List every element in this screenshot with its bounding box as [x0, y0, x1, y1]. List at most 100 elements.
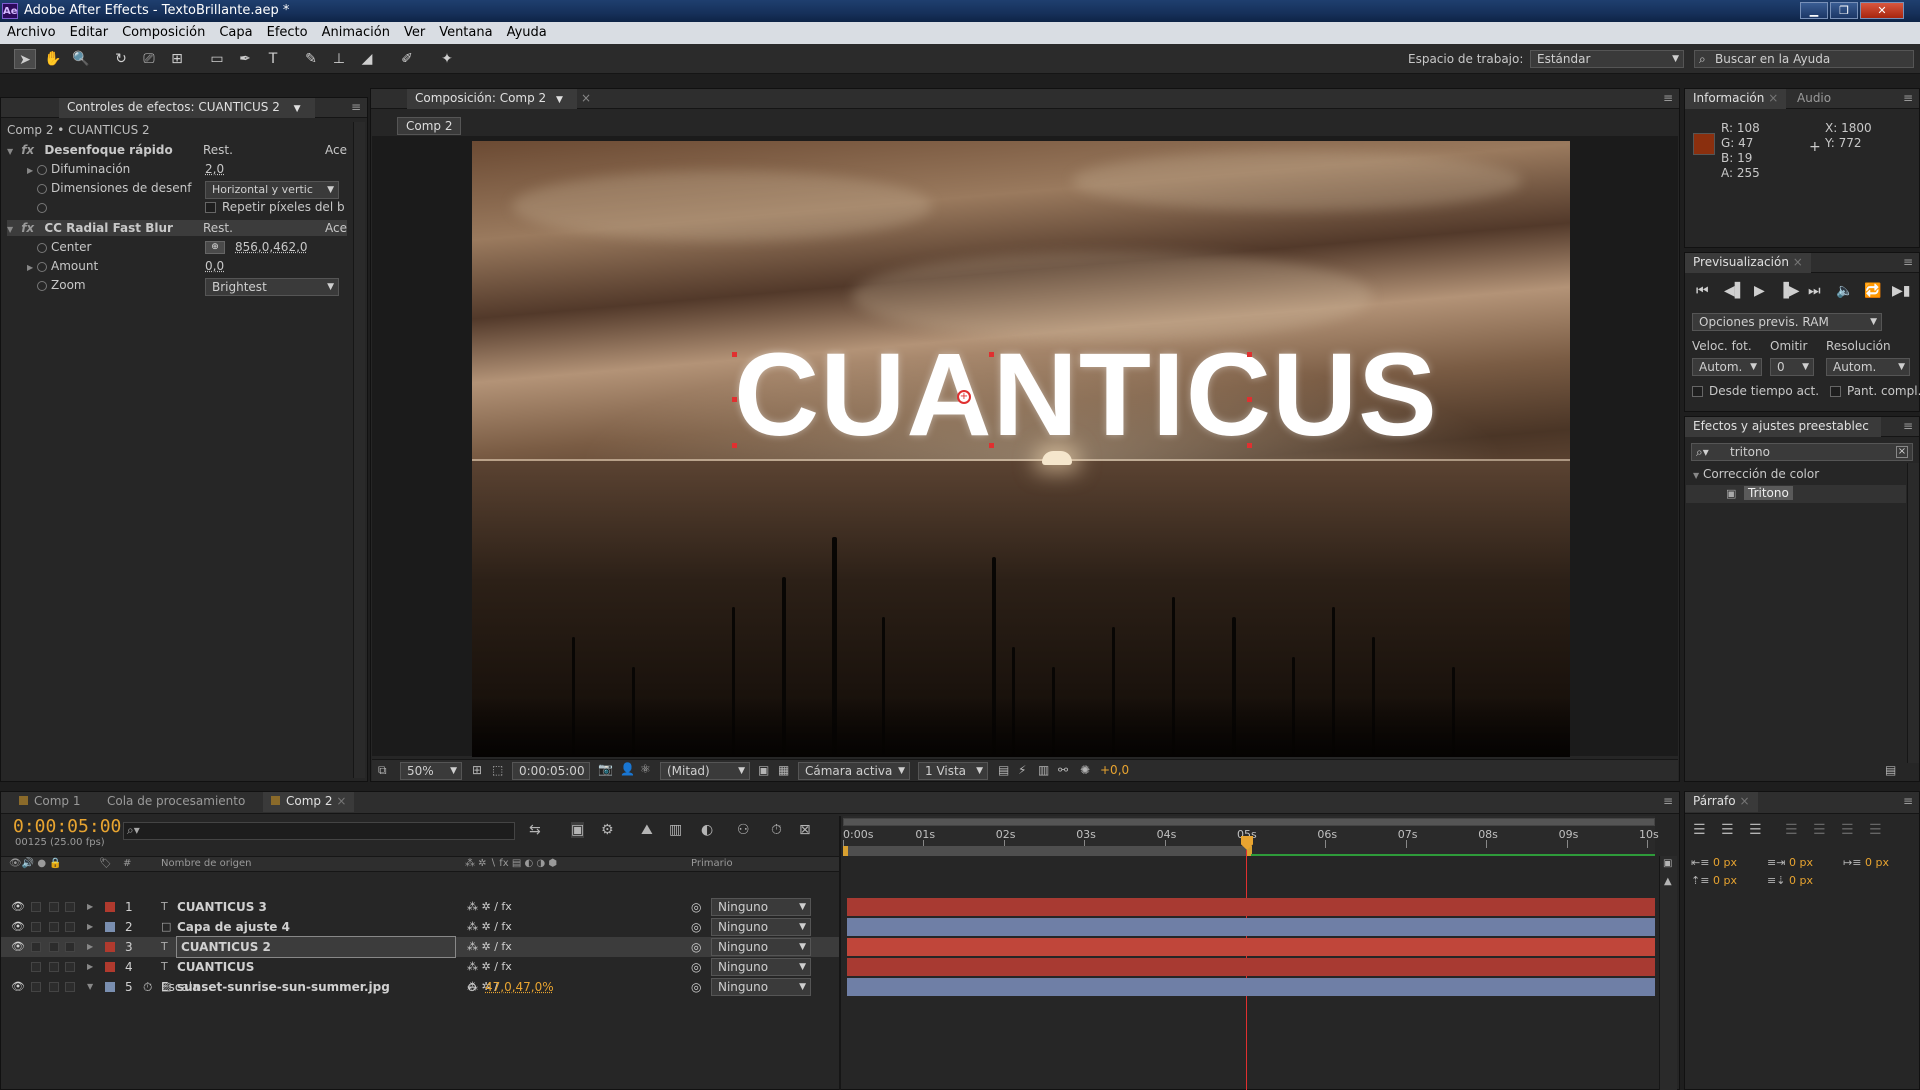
panel-menu-icon[interactable]: ≡: [1903, 419, 1913, 433]
rotate-tool-icon[interactable]: ↻: [110, 49, 132, 69]
help-search-input[interactable]: ⌕ Buscar en la Ayuda: [1694, 50, 1914, 68]
twisty-collapsed-icon[interactable]: ▶: [87, 937, 93, 957]
presets-category[interactable]: ▼ Corrección de color: [1693, 467, 1819, 481]
fast-previews-icon[interactable]: ⚡: [1018, 763, 1026, 777]
checkbox-icon[interactable]: [1692, 386, 1703, 397]
panel-menu-icon[interactable]: ≡: [1663, 91, 1673, 105]
chevron-down-icon[interactable]: ▼: [294, 104, 301, 114]
visibility-eye-icon[interactable]: 👁: [11, 937, 25, 957]
lock-toggle[interactable]: [65, 942, 75, 952]
brush-tool-icon[interactable]: ✎: [300, 49, 322, 69]
twisty-collapsed-icon[interactable]: ▶: [87, 897, 93, 917]
camera-tool-icon[interactable]: ⎚: [138, 49, 160, 69]
menu-capa[interactable]: Capa: [212, 22, 259, 43]
pickwhip-icon[interactable]: ◎: [691, 937, 701, 957]
composition-image[interactable]: CUANTICUS +: [472, 141, 1570, 757]
ram-preview-icon[interactable]: ▶▮: [1892, 283, 1910, 299]
layer-duration-bar[interactable]: [847, 898, 1655, 916]
zoom-tool-icon[interactable]: 🔍: [70, 49, 92, 69]
layer-name[interactable]: CUANTICUS 2: [176, 936, 456, 958]
new-folder-icon[interactable]: ▤: [1885, 763, 1896, 777]
stopwatch-icon[interactable]: [37, 164, 47, 175]
twisty-expanded-icon[interactable]: ▼: [1693, 471, 1703, 480]
motion-blur-icon[interactable]: ◐: [701, 822, 713, 838]
parent-dropdown[interactable]: Ninguno ▼: [711, 938, 811, 956]
transform-handle[interactable]: [732, 443, 737, 448]
auto-keyframe-icon[interactable]: ⏱: [771, 822, 782, 838]
comp-mini-flowchart-icon[interactable]: ⇆: [529, 822, 541, 838]
transform-handle[interactable]: [1247, 443, 1252, 448]
selection-tool-icon[interactable]: ➤: [14, 49, 36, 69]
effect-reset-link[interactable]: Rest.: [203, 142, 233, 158]
preset-row[interactable]: ▣ Tritono: [1686, 485, 1906, 503]
audio-toggle[interactable]: [31, 902, 41, 912]
solo-toggle[interactable]: [49, 942, 59, 952]
audio-toggle[interactable]: [31, 922, 41, 932]
exposure-icon[interactable]: ✺: [1080, 763, 1090, 777]
space-before-value[interactable]: 0 px: [1713, 874, 1737, 887]
snapshot-icon[interactable]: 📷: [598, 762, 613, 776]
twisty-collapsed-icon[interactable]: ▶: [27, 163, 37, 179]
grid-icon[interactable]: ⊞: [472, 763, 482, 777]
layer-switches-icon[interactable]: ⁂ ✲ ∕ fx: [467, 917, 512, 937]
twisty-collapsed-icon[interactable]: ▶: [87, 957, 93, 977]
zoom-dropdown[interactable]: Brightest ▼: [205, 278, 339, 296]
layer-label-color[interactable]: [105, 942, 115, 952]
solo-toggle[interactable]: [49, 962, 59, 972]
menu-editar[interactable]: Editar: [63, 22, 116, 43]
ram-preview-options-dropdown[interactable]: Opciones previs. RAM ▼: [1692, 313, 1882, 331]
brainstorm-icon[interactable]: ⚇: [737, 822, 750, 838]
presets-scrollbar[interactable]: [1907, 463, 1919, 763]
repeat-edge-checkbox[interactable]: Repetir píxeles del b: [205, 199, 345, 215]
center-value[interactable]: 856,0,462,0: [235, 239, 308, 255]
clone-tool-icon[interactable]: ⊥: [328, 49, 350, 69]
layer-duration-bar[interactable]: [847, 918, 1655, 936]
frame-blending-icon[interactable]: ▥: [669, 822, 682, 838]
timeline-divider[interactable]: [839, 816, 841, 1090]
close-tab-icon[interactable]: ×: [581, 91, 591, 105]
twisty-collapsed-icon[interactable]: ▶: [87, 917, 93, 937]
close-tab-icon[interactable]: ×: [1739, 794, 1749, 808]
checkbox-icon[interactable]: [205, 202, 216, 213]
transform-handle[interactable]: [1247, 352, 1252, 357]
layer-row[interactable]: 👁 ▶ 1 T CUANTICUS 3 ⁂ ✲ ∕ fx ◎ Ninguno ▼: [1, 897, 839, 917]
col-source-label[interactable]: Nombre de origen: [161, 858, 251, 869]
stopwatch-icon[interactable]: [37, 242, 47, 253]
transform-handle[interactable]: [1247, 397, 1252, 402]
panel-menu-icon[interactable]: ≡: [1903, 91, 1913, 105]
presets-search-input[interactable]: ⌕▾ tritono ×: [1691, 443, 1913, 461]
hand-tool-icon[interactable]: ✋: [42, 49, 64, 69]
work-area-start-handle[interactable]: [843, 846, 848, 856]
constrain-proportions-icon[interactable]: ⊖: [467, 977, 477, 997]
transparency-grid-icon[interactable]: ▦: [778, 763, 789, 777]
puppet-tool-icon[interactable]: ✦: [436, 49, 458, 69]
live-update-icon[interactable]: ▣: [571, 822, 585, 838]
parent-dropdown[interactable]: Ninguno ▼: [711, 898, 811, 916]
tab-composition[interactable]: Composición: Comp 2 ▼: [407, 89, 577, 109]
skip-dropdown[interactable]: 0 ▼: [1770, 358, 1814, 376]
layer-switches-icon[interactable]: ⁂ ✲ ∕ fx: [467, 897, 512, 917]
comp-marker-bin-icon[interactable]: ▣: [1663, 858, 1672, 869]
layer-label-color[interactable]: [105, 902, 115, 912]
panel-menu-icon[interactable]: ≡: [1903, 794, 1913, 808]
fps-dropdown[interactable]: Autom. ▼: [1692, 358, 1762, 376]
audio-toggle[interactable]: [31, 962, 41, 972]
transform-handle[interactable]: [989, 352, 994, 357]
justify-right-icon[interactable]: ☰: [1841, 822, 1854, 838]
exposure-value[interactable]: +0,0: [1100, 763, 1129, 777]
stopwatch-icon[interactable]: [37, 261, 47, 272]
audio-toggle[interactable]: [31, 942, 41, 952]
layer-label-color[interactable]: [105, 922, 115, 932]
panel-menu-icon[interactable]: ≡: [351, 100, 361, 114]
anchor-point-icon[interactable]: +: [957, 390, 971, 404]
space-after-value[interactable]: 0 px: [1789, 874, 1813, 887]
eraser-tool-icon[interactable]: ◢: [356, 49, 378, 69]
pickwhip-icon[interactable]: ◎: [691, 897, 701, 917]
next-frame-icon[interactable]: ▐▶: [1778, 283, 1800, 299]
transform-handle[interactable]: [732, 352, 737, 357]
roto-brush-tool-icon[interactable]: ✐: [396, 49, 418, 69]
from-current-time-checkbox[interactable]: Desde tiempo act.: [1692, 384, 1819, 398]
resolution-dropdown[interactable]: (Mitad) ▼: [660, 762, 750, 780]
layer-switches-icon[interactable]: ⁂ ✲ ∕ fx: [467, 937, 512, 957]
timeline-icon[interactable]: ▥: [1038, 763, 1049, 777]
